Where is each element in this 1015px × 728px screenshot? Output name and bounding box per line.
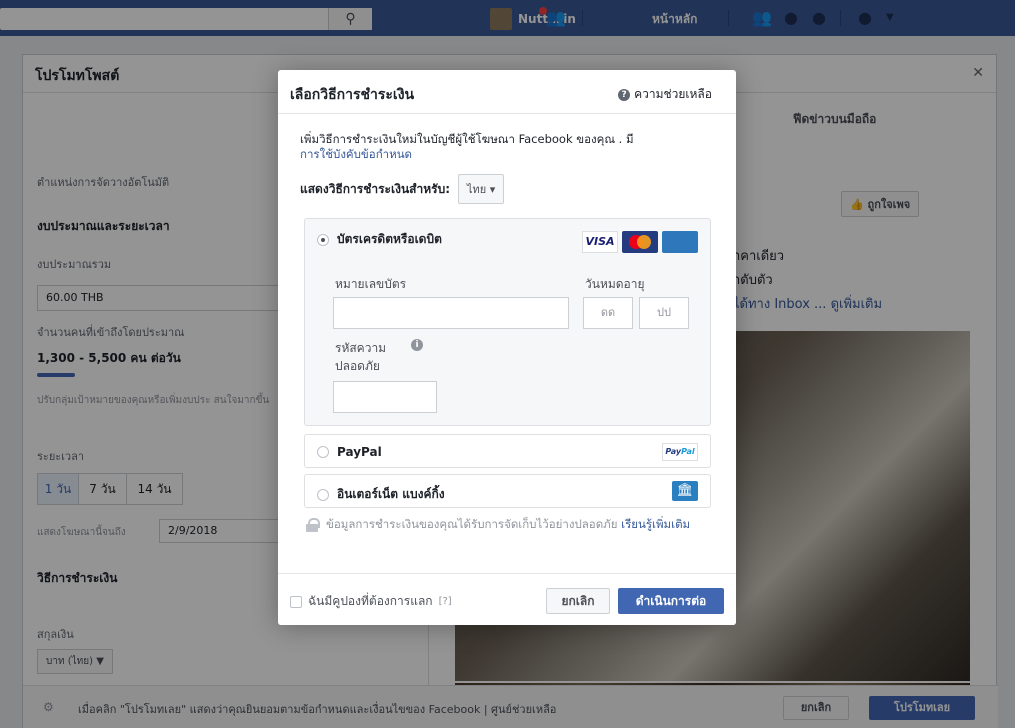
description-text: เพิ่มวิธีการชำระเงินใหม่ในบัญชีผู้ใช้โฆษ…	[300, 132, 634, 146]
card-brand-logos: VISA	[582, 231, 698, 253]
dialog-footer: ฉันมีคูปองที่ต้องการแลก [?] ยกเลิก ดำเนิ…	[278, 573, 736, 625]
info-icon[interactable]: i	[411, 339, 423, 351]
learn-more-link[interactable]: เรียนรู้เพิ่มเติม	[621, 517, 690, 531]
internet-banking-option[interactable]: อินเตอร์เน็ต แบงค์กิ้ง 🏛	[304, 474, 711, 508]
expiry-label: วันหมดอายุ	[585, 277, 645, 291]
paypal-logo: PayPal	[662, 443, 698, 461]
dialog-title: เลือกวิธีการชำระเงิน	[290, 87, 415, 103]
cancel-button[interactable]: ยกเลิก	[546, 588, 610, 614]
radio-selected[interactable]	[317, 233, 329, 246]
show-for-row: แสดงวิธีการชำระเงินสำหรับ: ไทย ▾	[300, 174, 505, 204]
security-code-input[interactable]	[333, 381, 437, 413]
coupon-help-link[interactable]: [?]	[439, 596, 452, 607]
internet-banking-label: อินเตอร์เน็ต แบงค์กิ้ง	[337, 487, 445, 501]
language-dropdown[interactable]: ไทย ▾	[458, 174, 505, 204]
terms-link[interactable]: การใช้บังคับข้อกำหนด	[300, 147, 412, 161]
paypal-logo-text-accent: Pal	[681, 447, 695, 456]
secure-text-wrap: ข้อมูลการชำระเงินของคุณได้รับการจัดเก็บไ…	[326, 516, 716, 532]
security-code-label: รหัสความ ปลอดภัย	[335, 339, 386, 375]
paypal-logo-text: Pay	[665, 447, 682, 456]
secure-text: ข้อมูลการชำระเงินของคุณได้รับการจัดเก็บไ…	[326, 517, 618, 531]
security-code-label-line1: รหัสความ	[335, 341, 387, 355]
show-for-label: แสดงวิธีการชำระเงินสำหรับ:	[300, 181, 450, 196]
payment-method-dialog: เลือกวิธีการชำระเงิน ? ความช่วยเหลือ เพิ…	[278, 70, 736, 625]
internet-banking-radio[interactable]: อินเตอร์เน็ต แบงค์กิ้ง	[317, 485, 445, 504]
coupon-checkbox-row[interactable]: ฉันมีคูปองที่ต้องการแลก [?]	[290, 592, 452, 611]
card-option-radio[interactable]: บัตรเครดิตหรือเดบิต	[317, 230, 442, 249]
continue-button[interactable]: ดำเนินการต่อ	[618, 588, 724, 614]
paypal-option-label: PayPal	[337, 445, 382, 459]
visa-icon: VISA	[582, 231, 618, 253]
card-number-input[interactable]	[333, 297, 569, 329]
expiry-year-input[interactable]: ปป	[639, 297, 689, 329]
amex-icon	[662, 231, 698, 253]
card-number-label: หมายเลขบัตร	[335, 277, 407, 291]
help-link[interactable]: ? ความช่วยเหลือ	[618, 85, 712, 104]
language-value: ไทย	[467, 183, 487, 196]
security-code-label-line2: ปลอดภัย	[335, 359, 380, 373]
radio-unselected[interactable]	[317, 446, 329, 458]
coupon-label: ฉันมีคูปองที่ต้องการแลก	[308, 594, 433, 608]
dialog-description: เพิ่มวิธีการชำระเงินใหม่ในบัญชีผู้ใช้โฆษ…	[300, 132, 720, 162]
card-option-label: บัตรเครดิตหรือเดบิต	[337, 232, 442, 246]
coupon-checkbox[interactable]	[290, 595, 302, 608]
expiry-month-input[interactable]: ดด	[583, 297, 633, 329]
radio-unselected[interactable]	[317, 488, 329, 501]
lock-icon	[306, 518, 320, 532]
dialog-header: เลือกวิธีการชำระเงิน ? ความช่วยเหลือ	[278, 70, 736, 114]
paypal-option[interactable]: PayPal PayPal	[304, 434, 711, 468]
question-icon: ?	[618, 88, 631, 101]
bank-icon: 🏛	[672, 481, 698, 501]
secure-notice: ข้อมูลการชำระเงินของคุณได้รับการจัดเก็บไ…	[306, 516, 726, 532]
mastercard-icon	[622, 231, 658, 253]
paypal-option-radio[interactable]: PayPal	[317, 445, 382, 459]
help-label: ความช่วยเหลือ	[634, 87, 712, 101]
card-option-panel: บัตรเครดิตหรือเดบิต VISA หมายเลขบัตร วัน…	[304, 218, 711, 426]
